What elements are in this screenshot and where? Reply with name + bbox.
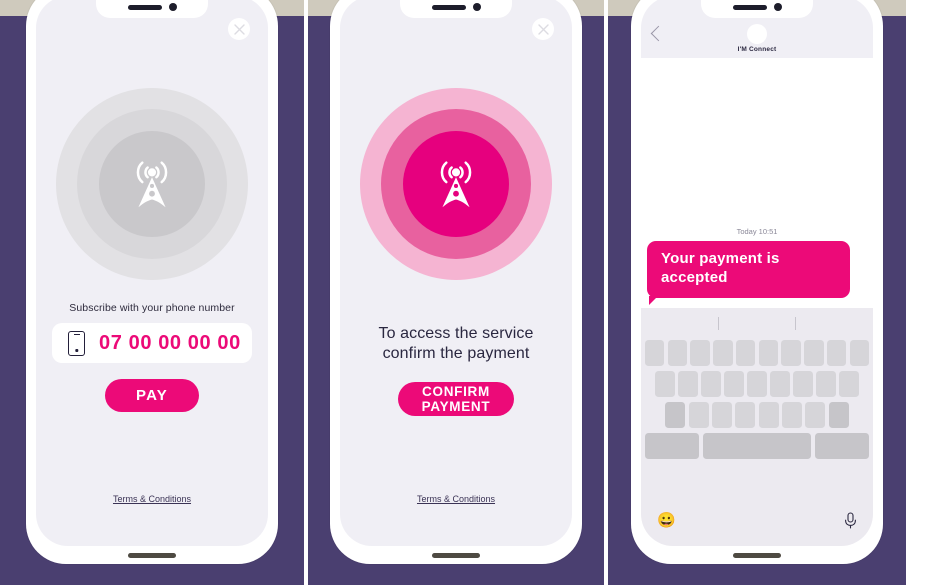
- keyboard-key[interactable]: [793, 371, 813, 397]
- keyboard-key[interactable]: [758, 340, 779, 366]
- message-timestamp: Today 10:51: [736, 227, 778, 236]
- home-indicator: [733, 553, 781, 558]
- message-thread: Today 10:51 Your payment is accepted: [641, 58, 873, 308]
- close-icon[interactable]: [532, 18, 554, 40]
- keyboard-row-3: [645, 402, 869, 428]
- keyboard-key[interactable]: [735, 340, 756, 366]
- keyboard-key[interactable]: [839, 371, 860, 397]
- screen-messages: I'M Connect Today 10:51 Your payment is …: [641, 0, 873, 546]
- keyboard-key[interactable]: [758, 402, 779, 428]
- keyboard-key[interactable]: [747, 371, 767, 397]
- keyboard-key[interactable]: [678, 371, 698, 397]
- keyboard-key[interactable]: [770, 371, 790, 397]
- keyboard-key[interactable]: [735, 402, 756, 428]
- keyboard-key[interactable]: [711, 402, 732, 428]
- keyboard-key[interactable]: [701, 371, 721, 397]
- contact-name: I'M Connect: [737, 46, 777, 53]
- screen-subscribe: Subscribe with your phone number 07 00 0…: [36, 0, 268, 546]
- keyboard-numeric-key[interactable]: [645, 433, 699, 459]
- subscribe-label: Subscribe with your phone number: [69, 302, 235, 314]
- phone-frame-1: Subscribe with your phone number 07 00 0…: [26, 0, 278, 564]
- pulse-ring-inner: [403, 131, 509, 237]
- keyboard-row-1: [645, 340, 869, 366]
- keyboard-key[interactable]: [724, 371, 744, 397]
- screen-confirm-payment: To access the service confirm the paymen…: [340, 0, 572, 546]
- keyboard-row-4: [645, 433, 869, 459]
- confirm-title: To access the service confirm the paymen…: [340, 324, 572, 365]
- front-camera: [168, 3, 177, 11]
- pulse-ring-middle: [381, 109, 531, 259]
- keyboard-space-key[interactable]: [703, 433, 811, 459]
- keyboard-key[interactable]: [713, 340, 733, 366]
- keyboard-suggestion-bar[interactable]: [641, 308, 873, 338]
- phone-notch: [701, 0, 813, 18]
- confirm-payment-button[interactable]: CONFIRM PAYMENT: [398, 382, 514, 416]
- screens-stage: Subscribe with your phone number 07 00 0…: [0, 0, 950, 585]
- keyboard-key[interactable]: [826, 340, 847, 366]
- keyboard-key[interactable]: [849, 340, 869, 366]
- keyboard-key[interactable]: [804, 340, 824, 366]
- keyboard-bottom-bar: 😀: [641, 508, 873, 532]
- pulse-ring-middle: [77, 109, 227, 259]
- panel-messages: I'M Connect Today 10:51 Your payment is …: [608, 0, 906, 585]
- earpiece-speaker: [732, 4, 767, 10]
- suggestion-divider: [717, 316, 719, 330]
- phone-frame-3: I'M Connect Today 10:51 Your payment is …: [631, 0, 883, 564]
- phone-number-input[interactable]: 07 00 00 00 00: [52, 323, 252, 363]
- keyboard-shift-key[interactable]: [665, 402, 686, 428]
- keyboard-key[interactable]: [654, 371, 675, 397]
- keyboard-key[interactable]: [816, 371, 836, 397]
- phone-notch: [96, 0, 208, 18]
- keyboard-key[interactable]: [782, 402, 803, 428]
- home-indicator: [432, 553, 480, 558]
- pulse-ring-inner: [99, 131, 205, 237]
- phone-number-value: 07 00 00 00 00: [99, 331, 241, 354]
- keyboard-backspace-key[interactable]: [828, 402, 849, 428]
- keyboard-key[interactable]: [688, 402, 709, 428]
- terms-and-conditions-link[interactable]: Terms & Conditions: [36, 494, 268, 504]
- radio-tower-icon: [425, 153, 487, 215]
- emoji-icon[interactable]: 😀: [657, 513, 676, 528]
- pay-button[interactable]: PAY: [105, 379, 199, 412]
- keyboard-return-key[interactable]: [815, 433, 869, 459]
- terms-and-conditions-link[interactable]: Terms & Conditions: [340, 494, 572, 504]
- mobile-phone-icon: [68, 330, 85, 356]
- keyboard-key[interactable]: [805, 402, 826, 428]
- keyboard-row-2: [645, 371, 869, 397]
- phone-frame-2: To access the service confirm the paymen…: [330, 0, 582, 564]
- earpiece-speaker: [431, 4, 466, 10]
- panel-confirm-payment: To access the service confirm the paymen…: [308, 0, 604, 585]
- keyboard-rows: [641, 340, 873, 464]
- contact-avatar: [747, 24, 767, 44]
- radio-pulse-graphic: [360, 88, 552, 280]
- front-camera: [472, 3, 481, 11]
- keyboard-key[interactable]: [645, 340, 665, 366]
- close-icon[interactable]: [228, 18, 250, 40]
- microphone-icon[interactable]: [844, 511, 857, 529]
- keyboard-key[interactable]: [690, 340, 710, 366]
- keyboard-key[interactable]: [781, 340, 801, 366]
- message-bubble: Your payment is accepted: [647, 241, 850, 305]
- radio-pulse-graphic: [56, 88, 248, 280]
- phone-notch: [400, 0, 512, 18]
- front-camera: [773, 3, 782, 11]
- confirm-title-line-2: confirm the payment: [382, 345, 530, 363]
- confirm-title-line-1: To access the service: [378, 325, 534, 342]
- panel-subscribe: Subscribe with your phone number 07 00 0…: [0, 0, 304, 585]
- home-indicator: [128, 553, 176, 558]
- keyboard-key[interactable]: [667, 340, 688, 366]
- radio-tower-icon: [121, 153, 183, 215]
- earpiece-speaker: [127, 4, 162, 10]
- on-screen-keyboard[interactable]: 😀: [641, 308, 873, 546]
- suggestion-divider: [795, 316, 797, 330]
